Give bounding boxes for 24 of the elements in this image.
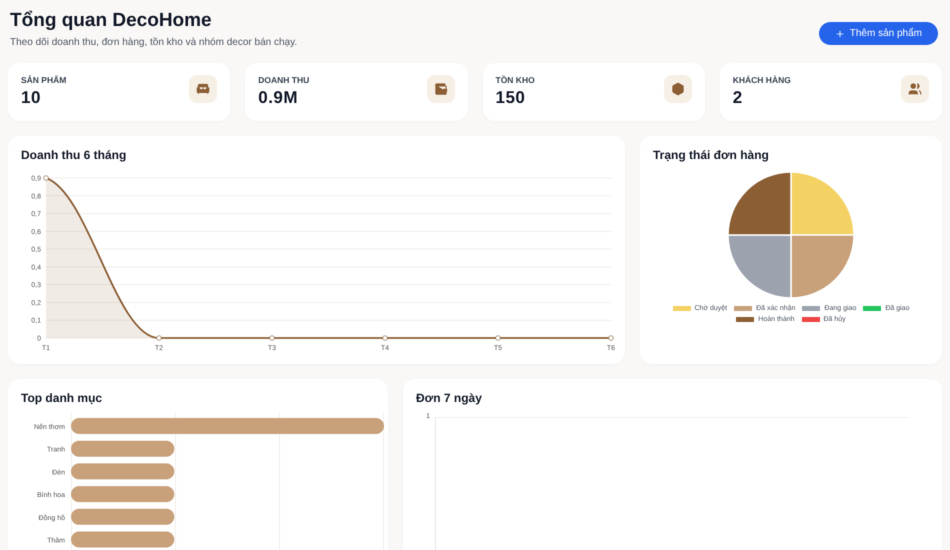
stat-value: 150 <box>496 88 526 108</box>
card-title: Trạng thái đơn hàng <box>653 148 770 162</box>
stat-value: 10 <box>21 88 42 108</box>
pie-slice <box>727 171 792 236</box>
sofa-icon <box>189 75 218 103</box>
page-title: Tổng quan DecoHome <box>10 10 213 32</box>
box-icon <box>664 75 692 103</box>
card-title: Doanh thu 6 tháng <box>21 148 128 162</box>
pie-slice <box>790 234 855 299</box>
page-subtitle: Theo dõi doanh thu, đơn hàng, tồn kho và nhóm decor bán chạy. <box>10 37 298 48</box>
card-title: Đơn 7 ngày <box>416 391 483 405</box>
users-icon <box>901 75 929 103</box>
plus-icon <box>834 28 845 38</box>
stat-value: 2 <box>732 88 744 108</box>
card-title: Top danh mục <box>21 391 104 405</box>
stat-label: DOANH THU <box>258 75 310 85</box>
pie-slice <box>790 171 855 236</box>
stat-label: SẢN PHẨM <box>21 75 66 85</box>
stat-label: TỒN KHO <box>496 75 535 85</box>
stat-label: KHÁCH HÀNG <box>732 75 791 85</box>
add-product-button[interactable]: Thêm sản phẩm <box>818 22 938 45</box>
stat-value: 0.9M <box>258 88 300 108</box>
pie-slice <box>727 234 792 299</box>
wallet-icon <box>426 75 454 103</box>
